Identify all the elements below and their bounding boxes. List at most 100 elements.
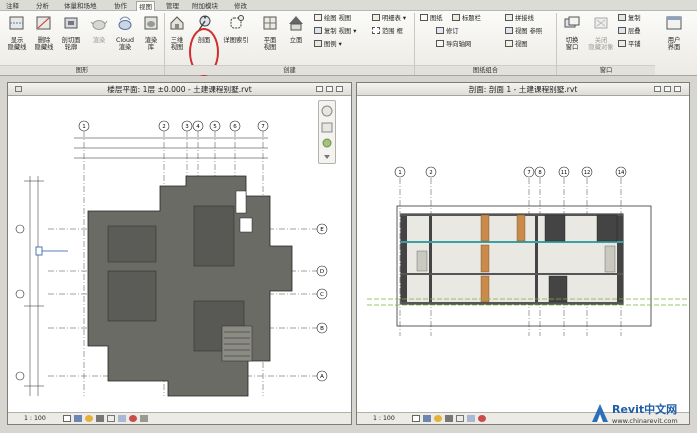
drafting-view-button[interactable]: 绘图 视图 (314, 14, 351, 23)
show-crop-icon[interactable] (118, 415, 126, 422)
navigation-tools (321, 105, 333, 159)
tab-addins[interactable]: 附加模块 (190, 1, 220, 11)
switch-windows-button[interactable]: 切换 窗口 (559, 14, 585, 52)
legends-button[interactable]: 图例 ▾ (314, 40, 342, 49)
group-label-graphics: 图形 (0, 65, 164, 75)
view-scale[interactable]: 1 : 100 (24, 413, 46, 425)
drafting-view-icon (314, 14, 322, 21)
minimize-icon[interactable] (654, 86, 661, 92)
schedules-button[interactable]: 明细表 ▾ (372, 14, 406, 23)
tab-modify[interactable]: 修改 (232, 1, 249, 11)
render-gallery-button[interactable]: 渲染 库 (139, 14, 163, 52)
shadows-icon[interactable] (96, 415, 104, 422)
floor-plan-view-window[interactable]: 楼层平面: 1层 ±0.000 - 土建课程别墅.rvt 1 2 3 4 5 6… (7, 82, 352, 425)
sun-path-icon[interactable] (85, 415, 93, 422)
section-view-window[interactable]: 剖面: 剖面 1 - 土建课程别墅.rvt 1 2 7 8 11 12 14 1… (356, 82, 690, 425)
chevron-down-icon[interactable] (324, 155, 330, 159)
reveal-hidden-icon[interactable] (140, 415, 148, 422)
matchline-button[interactable]: 拼接线 (505, 14, 534, 23)
close-hidden-icon (594, 17, 608, 29)
schedules-label: 明细表 (382, 15, 401, 22)
plan-views-button[interactable]: 平面 视图 (258, 14, 282, 52)
cut-profile-button[interactable]: 剖切面 轮廓 (58, 14, 84, 52)
temporary-hide-icon[interactable] (478, 415, 486, 422)
ribbon-tab-bar: 注释 分析 体量和场地 协作 视图 管理 附加模块 修改 (0, 0, 697, 11)
remove-hidden-lines-icon (36, 16, 51, 30)
replicate-button[interactable]: 复制 (618, 14, 641, 23)
zoom-region-icon[interactable] (322, 138, 332, 148)
view-menu-icon[interactable] (15, 86, 22, 92)
close-icon[interactable] (336, 86, 343, 92)
building-plan (87, 175, 293, 397)
grid-label: 14 (618, 170, 625, 176)
shadows-icon[interactable] (445, 415, 453, 422)
crop-view-icon[interactable] (456, 415, 464, 422)
view-scale[interactable]: 1 : 100 (373, 413, 395, 425)
sun-path-icon[interactable] (434, 415, 442, 422)
cloud-render-button[interactable]: Cloud 渲染 (112, 14, 138, 52)
user-interface-button[interactable]: 用户 界面 (660, 14, 688, 52)
grid-label: B (320, 326, 324, 332)
teapot-render-icon (90, 20, 108, 30)
place-view-button[interactable]: 视图 (505, 40, 528, 49)
scope-box-button[interactable]: 范围 框 (372, 27, 403, 36)
matchline-label: 拼接线 (515, 15, 534, 22)
switch-windows-icon (564, 16, 580, 28)
section-canvas[interactable]: 1 2 7 8 11 12 14 (357, 96, 689, 412)
watermark: Revit中文网 www.chinarevit.com (590, 400, 694, 430)
detail-level-icon[interactable] (63, 415, 71, 422)
detail-level-icon[interactable] (412, 415, 420, 422)
close-icon[interactable] (674, 86, 681, 92)
render-button[interactable]: 渲染 (88, 14, 110, 44)
show-hidden-lines-label: 显示 隐藏线 (7, 36, 27, 52)
render-gallery-icon (144, 16, 158, 30)
close-hidden-button[interactable]: 关闭 隐藏对象 (587, 14, 615, 52)
zoom-icon[interactable] (321, 122, 333, 133)
grid-label: 2 (429, 170, 432, 176)
guide-grid-button[interactable]: 导向轴网 (436, 40, 471, 49)
view-title-bar[interactable]: 剖面: 剖面 1 - 土建课程别墅.rvt (357, 83, 689, 96)
tab-manage[interactable]: 管理 (164, 1, 181, 11)
elevation-label: 立面 (289, 36, 303, 44)
restore-icon[interactable] (664, 86, 671, 92)
duplicate-view-button[interactable]: 复制 视图 ▾ (314, 27, 356, 36)
callout-icon (230, 15, 244, 29)
revisions-button[interactable]: 修订 (436, 27, 459, 36)
tab-view[interactable]: 视图 (136, 1, 155, 11)
remove-hidden-lines-button[interactable]: 删除 隐藏线 (31, 14, 57, 52)
restore-icon[interactable] (326, 86, 333, 92)
titleblock-button[interactable]: 标题栏 (452, 14, 481, 23)
replicate-label: 复制 (628, 15, 641, 22)
view-title-bar[interactable]: 楼层平面: 1层 ±0.000 - 土建课程别墅.rvt (8, 83, 351, 96)
scope-box-label: 范围 框 (382, 28, 403, 35)
view-reference-label: 视图 参照 (515, 28, 543, 35)
visual-style-icon[interactable] (74, 415, 82, 422)
tab-collaborate[interactable]: 协作 (112, 1, 129, 11)
show-hidden-lines-button[interactable]: 显示 隐藏线 (4, 14, 30, 52)
tab-massing-site[interactable]: 体量和场地 (62, 1, 99, 11)
legends-label: 图例 (324, 41, 337, 48)
view-reference-button[interactable]: 视图 参照 (505, 27, 542, 36)
tab-analyze[interactable]: 分析 (34, 1, 51, 11)
cascade-icon (618, 27, 626, 34)
render-gallery-label: 渲染 库 (144, 36, 158, 52)
tab-annotate[interactable]: 注释 (4, 1, 21, 11)
grid-label: E (320, 227, 324, 233)
tile-button[interactable]: 平铺 (618, 40, 641, 49)
temporary-hide-icon[interactable] (129, 415, 137, 422)
guide-grid-icon (436, 40, 444, 47)
3d-view-button[interactable]: 三维 视图 (166, 14, 188, 52)
grid-label: 2 (162, 124, 166, 130)
minimize-icon[interactable] (316, 86, 323, 92)
user-interface-icon (666, 16, 682, 30)
visual-style-icon[interactable] (423, 415, 431, 422)
cascade-button[interactable]: 层叠 (618, 27, 641, 36)
steering-wheel-icon[interactable] (321, 105, 333, 117)
show-crop-icon[interactable] (467, 415, 475, 422)
sheet-button[interactable]: 图纸 (420, 14, 443, 23)
callout-button[interactable]: 详图索引 (220, 14, 252, 44)
elevation-button[interactable]: 立面 (285, 14, 307, 44)
crop-view-icon[interactable] (107, 415, 115, 422)
floor-plan-canvas[interactable]: 1 2 3 4 5 6 7 E D C B A (8, 96, 351, 412)
grid-label: 12 (584, 170, 591, 176)
